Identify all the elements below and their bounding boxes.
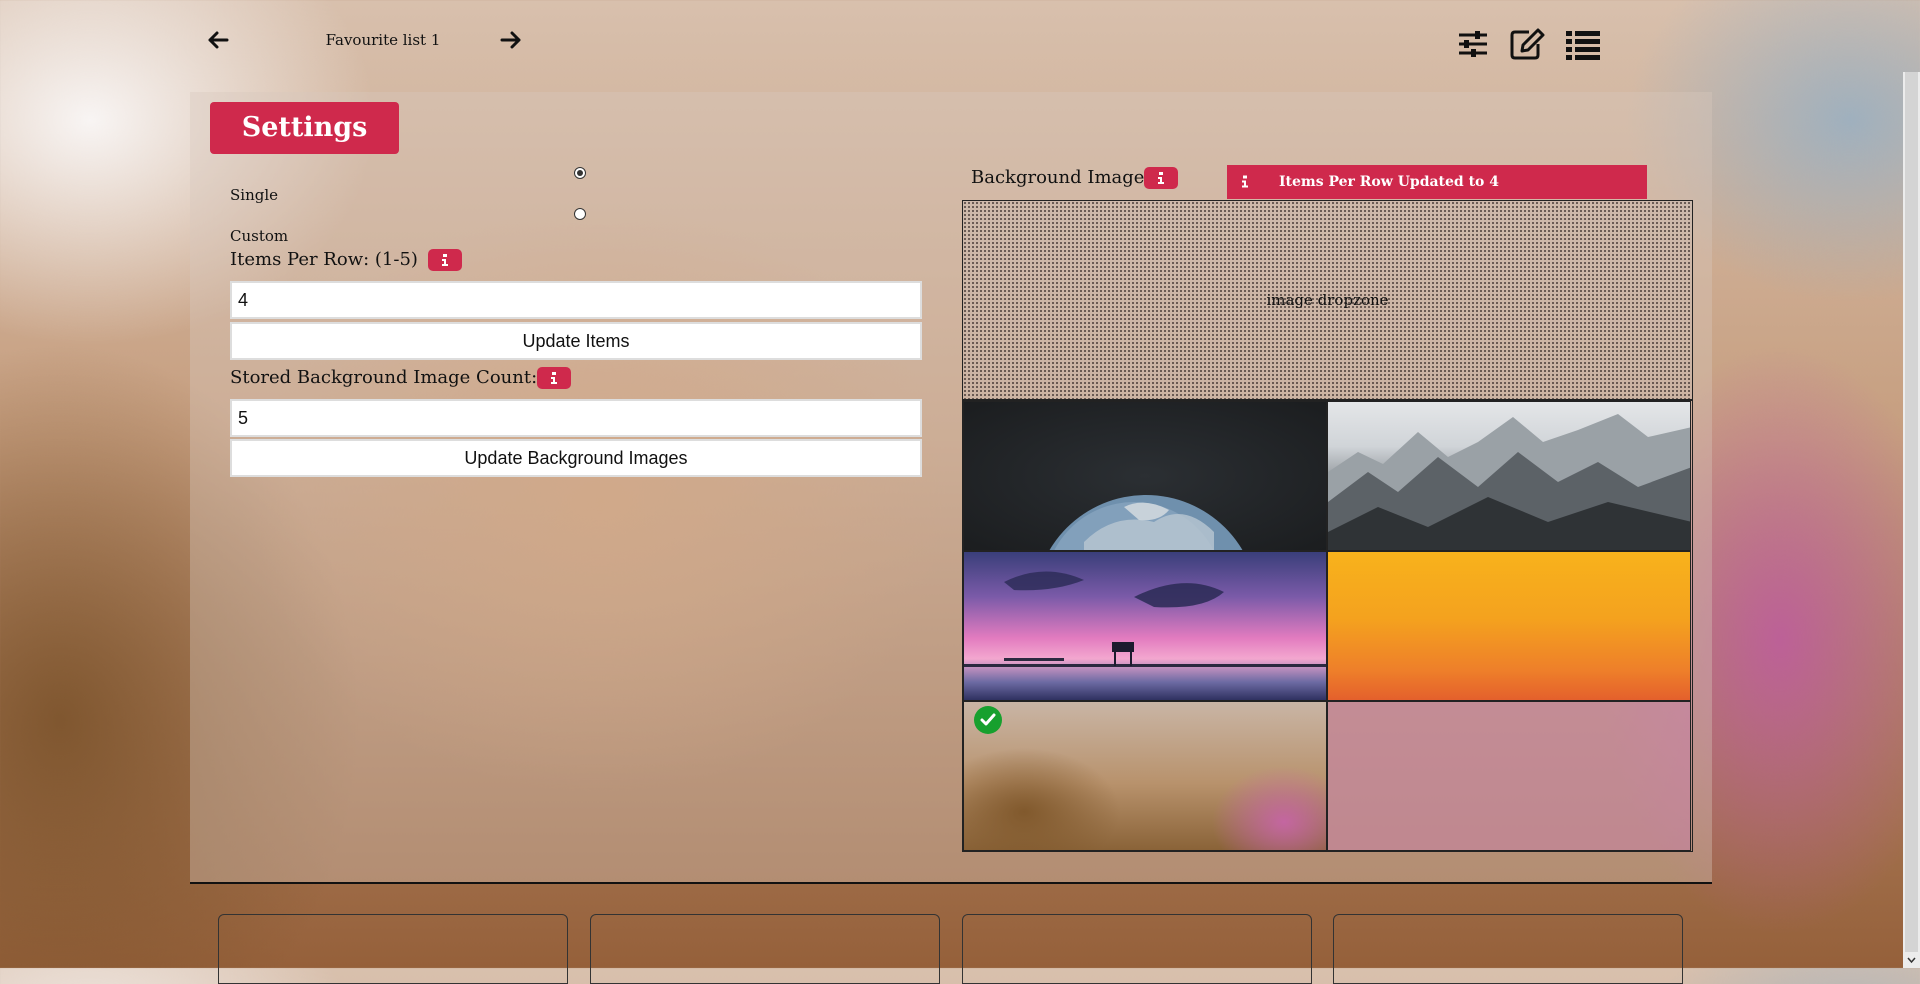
bg-thumbnail-sunset-lake[interactable] bbox=[963, 551, 1327, 701]
selected-check-icon bbox=[974, 706, 1002, 734]
dropzone-text: image dropzone bbox=[1266, 291, 1389, 309]
image-dropzone[interactable]: image dropzone bbox=[962, 200, 1693, 400]
earth-image bbox=[1049, 495, 1243, 550]
arrow-left-icon[interactable] bbox=[207, 28, 231, 52]
favourite-card[interactable] bbox=[590, 914, 940, 984]
info-icon bbox=[1242, 175, 1248, 188]
scroll-down-icon[interactable] bbox=[1905, 952, 1918, 966]
single-label: Single bbox=[230, 186, 279, 204]
sunset-image bbox=[964, 571, 1326, 667]
top-bar: Favourite list 1 bbox=[0, 0, 1900, 90]
favourite-card[interactable] bbox=[1333, 914, 1683, 984]
update-items-button[interactable]: Update Items bbox=[230, 322, 922, 360]
bg-count-text: Stored Background Image Count: bbox=[230, 367, 538, 388]
bg-count-label: Stored Background Image Count: bbox=[230, 367, 572, 389]
custom-radio[interactable] bbox=[574, 208, 586, 220]
edit-icon[interactable] bbox=[1509, 26, 1545, 62]
info-icon[interactable] bbox=[1144, 167, 1179, 189]
scrollbar-thumb[interactable] bbox=[1905, 72, 1918, 952]
bg-count-input[interactable]: 5 bbox=[230, 399, 922, 437]
list-icon[interactable] bbox=[1565, 26, 1601, 62]
settings-title-button[interactable]: Settings bbox=[210, 102, 399, 154]
sliders-icon[interactable] bbox=[1455, 26, 1491, 62]
favourite-card[interactable] bbox=[218, 914, 568, 984]
bg-image-label: Background Image bbox=[971, 167, 1179, 189]
mountains-image bbox=[1328, 414, 1690, 550]
items-per-row-input[interactable]: 4 bbox=[230, 281, 922, 319]
update-bg-images-button[interactable]: Update Background Images bbox=[230, 439, 922, 477]
arrow-right-icon[interactable] bbox=[498, 28, 522, 52]
list-title: Favourite list 1 bbox=[325, 31, 441, 49]
info-icon[interactable] bbox=[537, 367, 572, 389]
bg-thumbnail-empty-slot bbox=[1327, 701, 1691, 851]
favourite-card[interactable] bbox=[962, 914, 1312, 984]
items-per-row-text: Items Per Row: (1-5) bbox=[230, 249, 418, 270]
toast-notification: Items Per Row Updated to 4 bbox=[1227, 165, 1647, 199]
custom-label: Custom bbox=[230, 227, 289, 245]
info-icon[interactable] bbox=[427, 249, 462, 271]
bg-image-text: Background Image bbox=[971, 167, 1145, 188]
bg-thumbnail-blurred-abstract[interactable] bbox=[963, 701, 1327, 851]
bg-thumbnail-mountains[interactable] bbox=[1327, 401, 1691, 551]
toast-text: Items Per Row Updated to 4 bbox=[1279, 174, 1500, 190]
bg-thumbnail-grid bbox=[962, 400, 1693, 852]
bg-thumbnail-orange-gradient[interactable] bbox=[1327, 551, 1691, 701]
bg-thumbnail-earth[interactable] bbox=[963, 401, 1327, 551]
single-radio[interactable] bbox=[574, 167, 586, 179]
items-per-row-label: Items Per Row: (1-5) bbox=[230, 249, 462, 271]
